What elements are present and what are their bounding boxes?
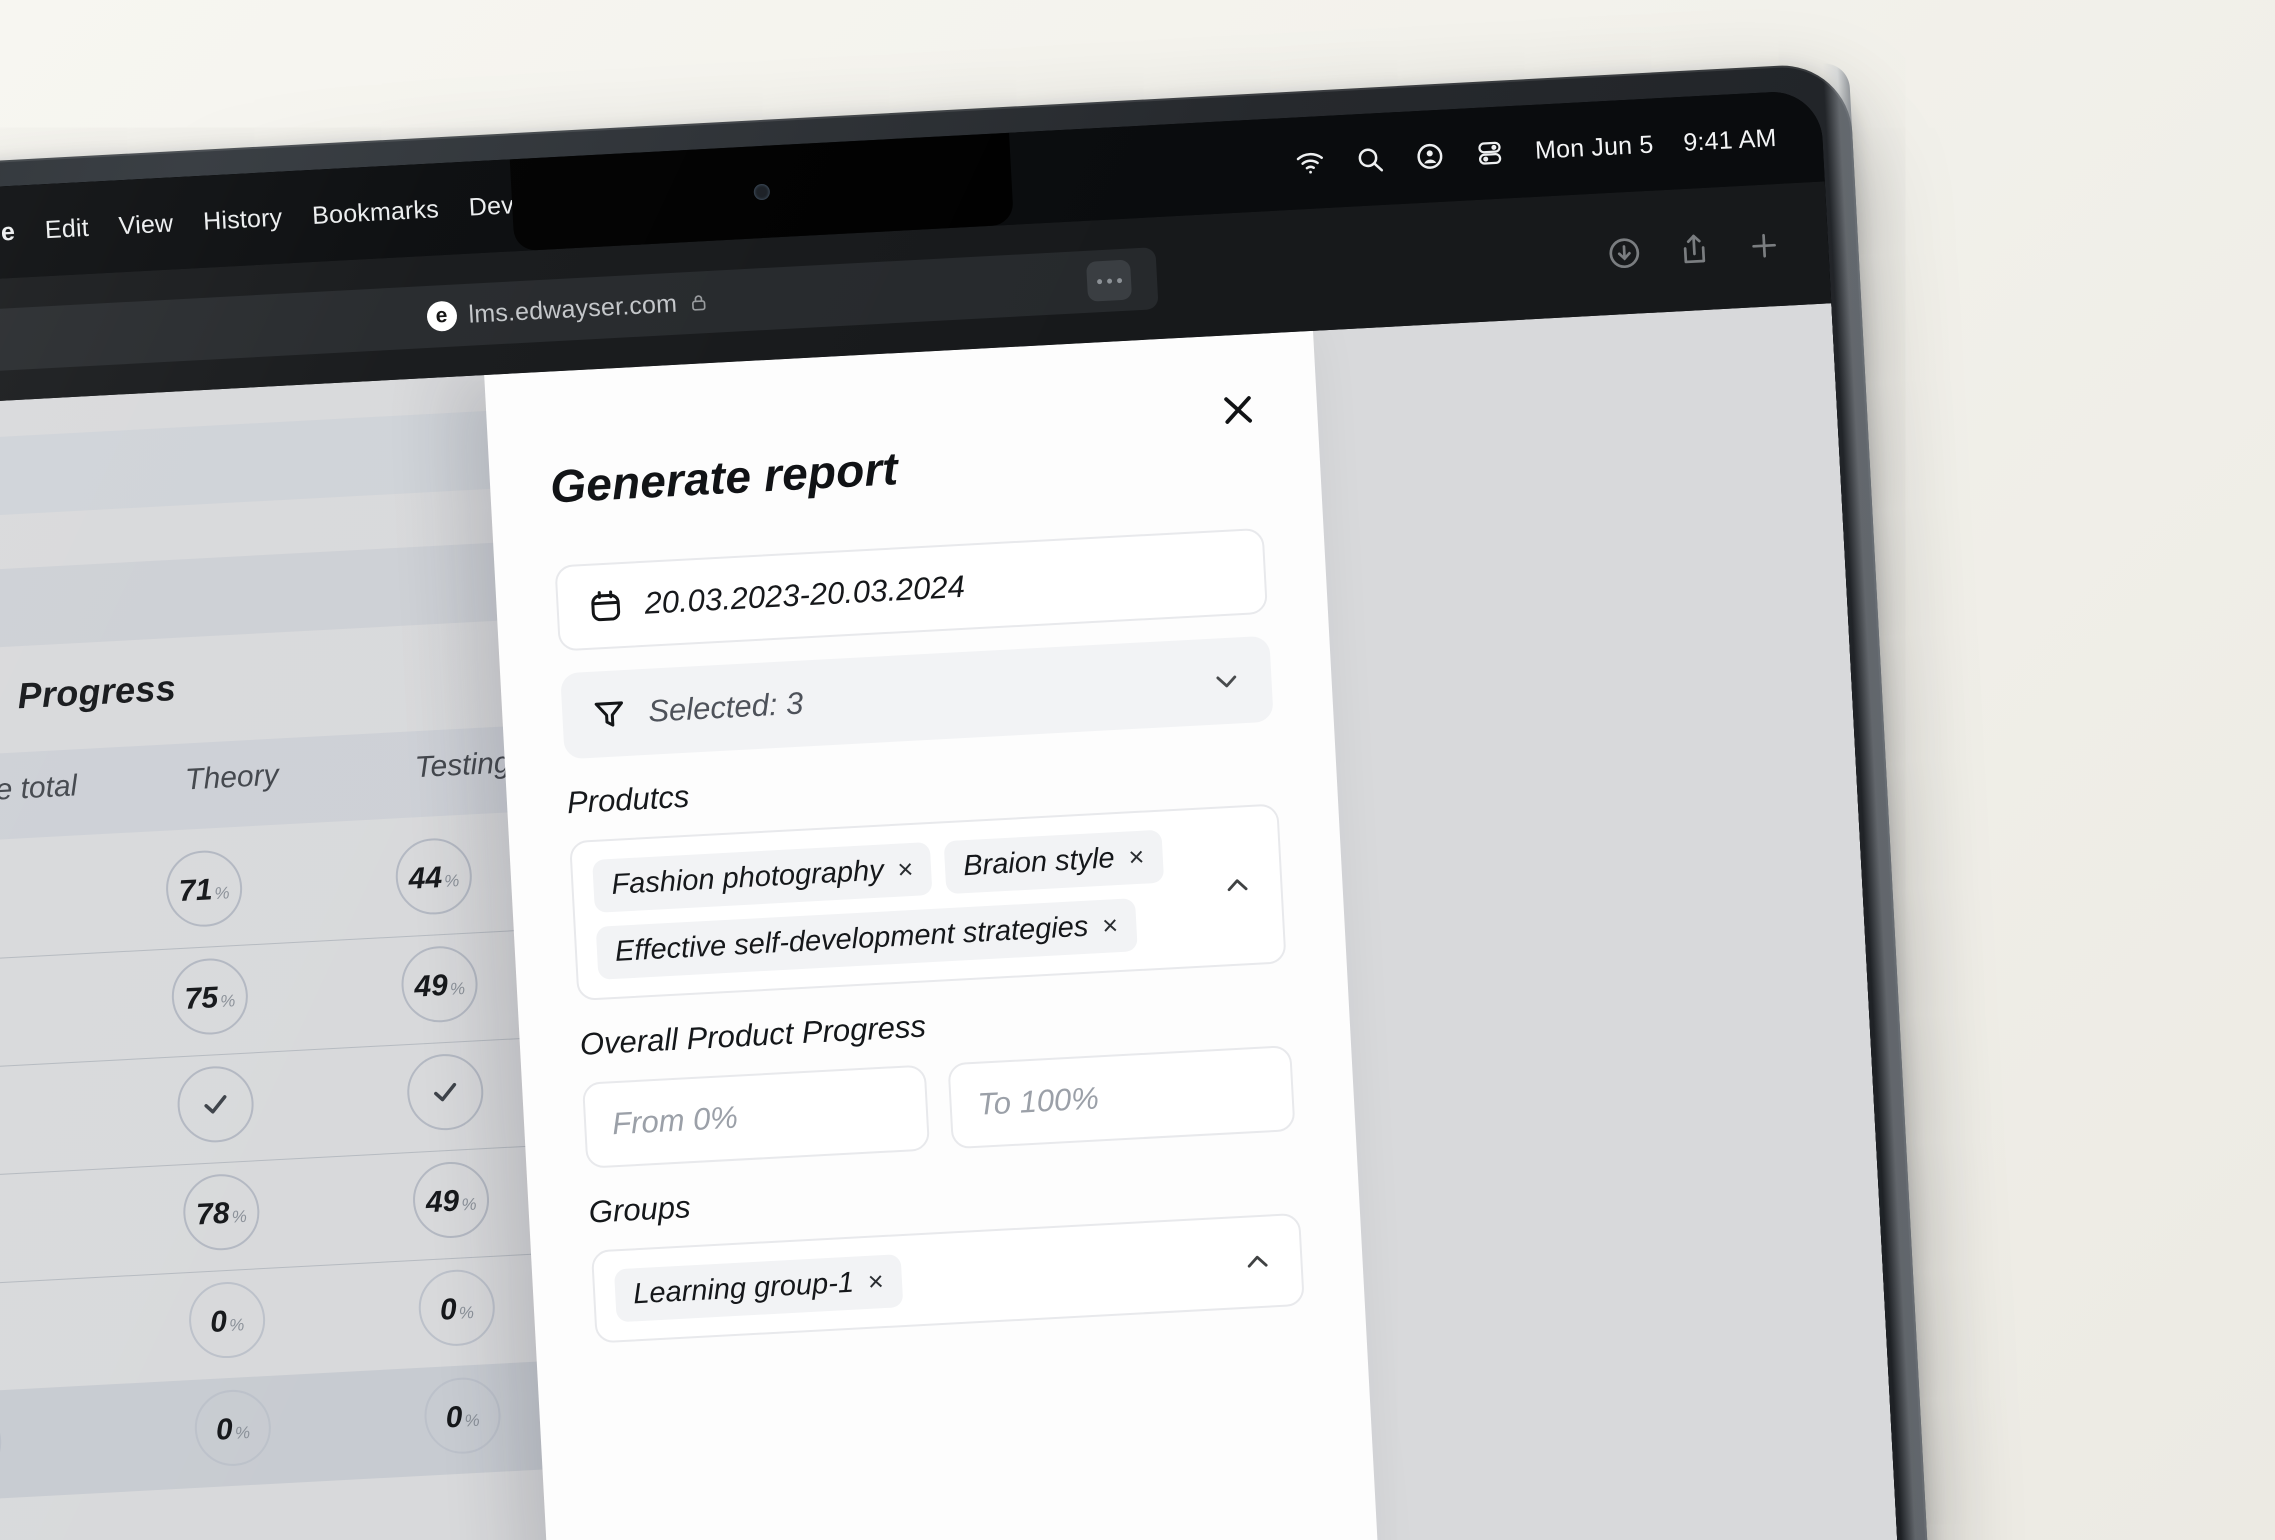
- progress-panel-header: Progress: [0, 650, 178, 740]
- chip-product[interactable]: Effective self-development strategies ×: [595, 898, 1138, 980]
- screen-bezel: e Edit View History Bookmarks Develop Wi…: [0, 89, 1901, 1540]
- progress-value: 75: [183, 981, 219, 1016]
- progress-value: 0: [209, 1305, 228, 1339]
- site-favicon: e: [425, 300, 458, 332]
- percent-suffix: %: [443, 871, 460, 891]
- chip-product[interactable]: Fashion photography ×: [592, 841, 933, 913]
- progress-cell: 49%: [399, 944, 480, 1025]
- chip-remove-icon[interactable]: ×: [1128, 842, 1145, 873]
- progress-cell: 49%: [411, 1160, 491, 1240]
- chip-label: Fashion photography: [610, 854, 885, 901]
- address-bar-url: lms.edwayser.com: [467, 289, 678, 329]
- chip-group[interactable]: Learning group-1 ×: [613, 1254, 904, 1323]
- progress-value: 49: [413, 968, 449, 1004]
- menu-item-view[interactable]: View: [118, 209, 174, 241]
- progress-cell-complete: [405, 1052, 486, 1133]
- chevron-down-icon[interactable]: [1209, 663, 1245, 699]
- progress-value: 0: [215, 1412, 234, 1447]
- browser-toolbar-right: [1605, 227, 1783, 272]
- chip-label: Effective self-development strategies: [614, 910, 1090, 968]
- progress-cell: 44%: [393, 836, 474, 917]
- chip-label: Learning group-1: [632, 1266, 855, 1311]
- chevron-up-icon[interactable]: [1220, 868, 1256, 904]
- check-icon: [425, 1072, 465, 1112]
- menu-bar-date[interactable]: Mon Jun 5: [1534, 130, 1654, 165]
- percent-suffix: %: [449, 978, 466, 999]
- percent-suffix: %: [458, 1302, 475, 1323]
- modal-title: Generate report: [548, 442, 900, 513]
- filter-select-field[interactable]: Selected: 3: [560, 635, 1274, 760]
- generate-report-modal: Generate report 20.03.2023-20.03.2024 Se…: [483, 326, 1385, 1540]
- progress-to-input[interactable]: To 100%: [947, 1045, 1296, 1150]
- percent-suffix: %: [231, 1206, 248, 1227]
- control-center-icon[interactable]: [1414, 141, 1446, 173]
- progress-range-row: From 0% To 100%: [581, 1045, 1296, 1169]
- chip-remove-icon[interactable]: ×: [897, 854, 914, 885]
- percent-suffix: %: [464, 1410, 481, 1431]
- filter-selected-label: Selected: 3: [647, 685, 805, 729]
- progress-value: 71: [178, 873, 214, 908]
- screen-display: e Edit View History Bookmarks Develop Wi…: [0, 89, 1901, 1540]
- chip-product[interactable]: Braion style ×: [943, 829, 1164, 895]
- search-icon[interactable]: [1355, 144, 1387, 176]
- products-multiselect[interactable]: Fashion photography × Braion style × Eff…: [569, 803, 1287, 1001]
- percent-suffix: %: [234, 1423, 251, 1443]
- progress-value: 78: [195, 1196, 231, 1232]
- column-header-testing[interactable]: Testing: [414, 746, 511, 785]
- menu-item-history[interactable]: History: [202, 203, 283, 236]
- date-range-field[interactable]: 20.03.2023-20.03.2024: [554, 527, 1268, 652]
- progress-value: 0: [444, 1400, 464, 1435]
- percent-suffix: %: [460, 1194, 478, 1215]
- chip-remove-icon[interactable]: ×: [1101, 910, 1118, 941]
- progress-cell: 75%: [169, 956, 250, 1037]
- page-title: Progress: [16, 666, 177, 717]
- filter-icon: [589, 694, 629, 734]
- menu-item-bookmarks[interactable]: Bookmarks: [311, 195, 439, 231]
- menu-item-edit[interactable]: Edit: [44, 213, 89, 244]
- new-tab-icon[interactable]: [1745, 227, 1783, 265]
- web-page: Sort Progress: [0, 303, 1901, 1540]
- progress-cell-complete: [175, 1064, 256, 1145]
- download-icon[interactable]: [1605, 234, 1643, 272]
- chevron-up-icon[interactable]: [1240, 1244, 1276, 1280]
- progress-cell: 0%: [416, 1267, 497, 1348]
- percent-suffix: %: [214, 883, 231, 904]
- progress-from-input[interactable]: From 0%: [581, 1064, 931, 1169]
- date-range-value: 20.03.2023-20.03.2024: [643, 568, 966, 621]
- calendar-icon: [586, 586, 626, 626]
- chip-label: Braion style: [962, 842, 1116, 883]
- lock-icon: [688, 290, 709, 315]
- menu-item-apple[interactable]: e: [0, 217, 16, 247]
- share-icon[interactable]: [1675, 231, 1713, 269]
- toggles-icon[interactable]: [1474, 137, 1506, 169]
- address-bar-extras-button[interactable]: [1086, 259, 1133, 302]
- progress-value: 44: [407, 861, 443, 896]
- close-icon[interactable]: [1216, 388, 1260, 432]
- percent-suffix: %: [219, 991, 236, 1011]
- screenshot-stage: e Edit View History Bookmarks Develop Wi…: [0, 0, 2275, 1540]
- check-icon: [196, 1084, 236, 1124]
- progress-value: 0: [439, 1292, 458, 1327]
- progress-cell: 0%: [187, 1280, 268, 1361]
- progress-value: 49: [425, 1184, 461, 1220]
- groups-multiselect[interactable]: Learning group-1 ×: [590, 1212, 1305, 1344]
- progress-cell: 78%: [181, 1172, 262, 1253]
- percent-suffix: %: [228, 1315, 245, 1335]
- webcam-lens: [753, 183, 771, 201]
- wifi-icon[interactable]: [1295, 147, 1327, 179]
- menu-bar-time[interactable]: 9:41 AM: [1683, 123, 1778, 157]
- laptop-device: e Edit View History Bookmarks Develop Wi…: [0, 62, 1932, 1540]
- column-header-theory[interactable]: Theory: [184, 759, 279, 798]
- progress-cell: 71%: [164, 848, 245, 929]
- menu-bar-status-items: Mon Jun 5 9:41 AM: [1295, 123, 1778, 179]
- chip-remove-icon[interactable]: ×: [867, 1266, 884, 1297]
